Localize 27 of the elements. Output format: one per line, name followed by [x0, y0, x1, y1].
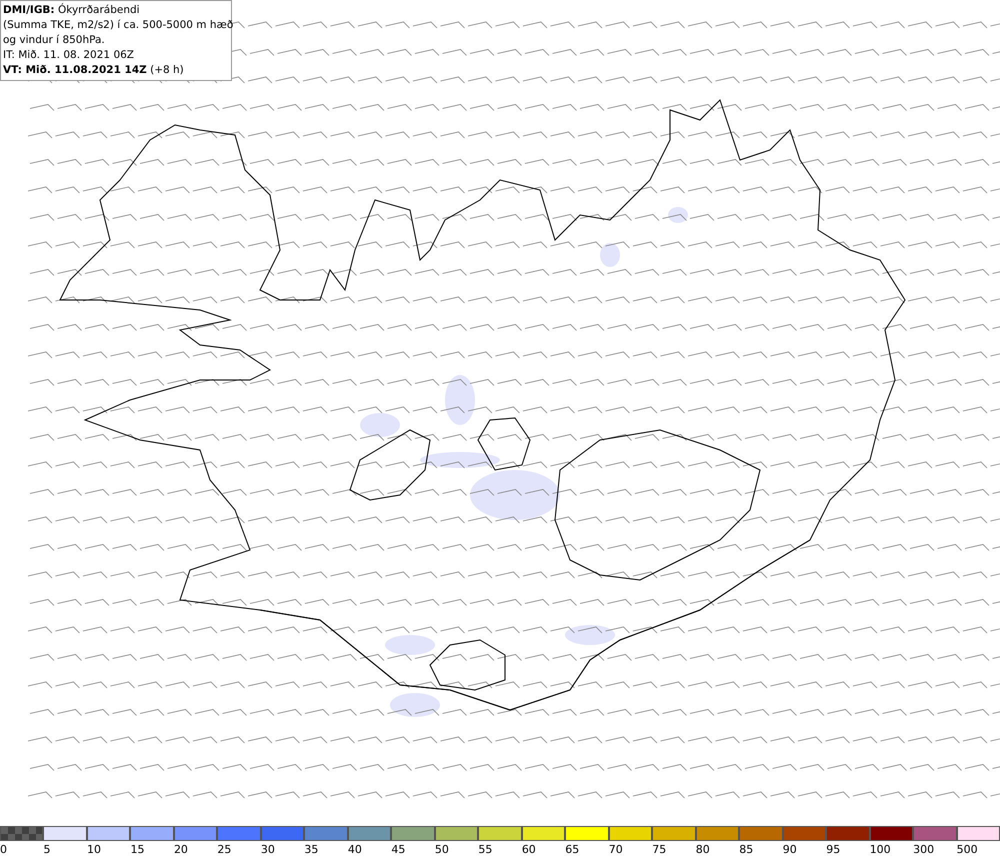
legend-label: 60: [522, 842, 536, 858]
legend-label: 65: [565, 842, 580, 858]
legend-label: 55: [478, 842, 492, 858]
legend-label: 40: [348, 842, 362, 858]
legend-label: 35: [304, 842, 318, 858]
legend-label: 90: [782, 842, 797, 858]
legend-label: 45: [391, 842, 406, 858]
legend-label: 80: [696, 842, 710, 858]
title-line: og vindur í 850hPa.: [3, 33, 106, 48]
legend-label: 100: [870, 842, 891, 858]
legend-label: 95: [826, 842, 840, 858]
legend-label: 5: [43, 842, 50, 858]
legend-label: 50: [434, 842, 449, 858]
title-line: VT: Mið. 11.08.2021 14Z (+8 h): [3, 63, 185, 78]
legend-label: 20: [174, 842, 188, 858]
legend-label: 0: [0, 842, 7, 858]
legend-label: 25: [217, 842, 232, 858]
legend-label: 300: [913, 842, 934, 858]
legend-label: 500: [956, 842, 978, 858]
legend-label: 85: [739, 842, 754, 858]
title-line: IT: Mið. 11. 08. 2021 06Z: [3, 48, 135, 63]
legend-label: 75: [652, 842, 666, 858]
legend-label: 15: [130, 842, 144, 858]
title-line: DMI/IGB: Ókyrrðarábendi: [3, 3, 141, 18]
legend-label: 70: [608, 842, 623, 858]
legend-label: 30: [260, 842, 275, 858]
legend-label: 10: [86, 842, 101, 858]
